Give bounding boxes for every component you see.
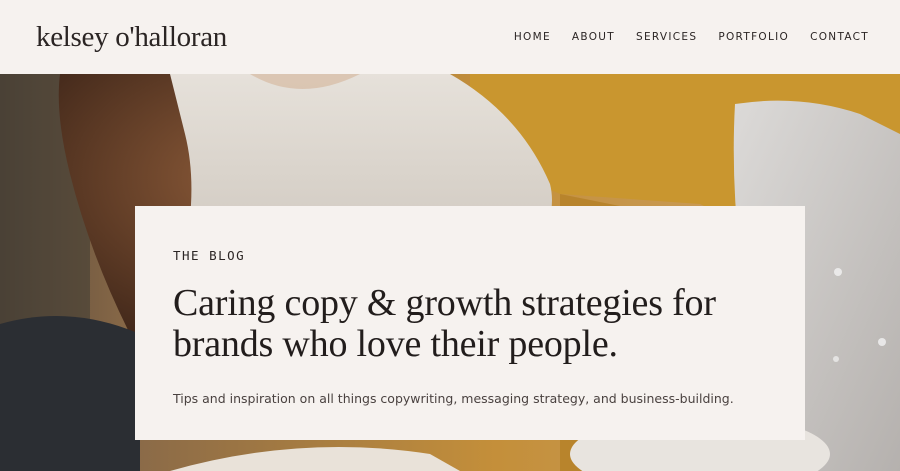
intro-text: Tips and inspiration on all things copyw…: [173, 391, 734, 406]
nav-contact[interactable]: CONTACT: [810, 31, 869, 43]
nav-about[interactable]: ABOUT: [572, 31, 615, 43]
site-header: kelsey o'halloran HOME ABOUT SERVICES PO…: [0, 0, 900, 74]
headline-line-2: brands who love their people.: [173, 323, 618, 365]
nav-home[interactable]: HOME: [514, 31, 551, 43]
blog-intro-card: THE BLOG Caring copy & growth strategies…: [135, 206, 805, 440]
eyebrow-label: THE BLOG: [173, 248, 246, 263]
main-nav: HOME ABOUT SERVICES PORTFOLIO CONTACT: [493, 31, 869, 43]
site-logo[interactable]: kelsey o'halloran: [36, 22, 227, 52]
nav-services[interactable]: SERVICES: [636, 31, 697, 43]
page-title: Caring copy & growth strategies for bran…: [173, 283, 767, 365]
headline-line-1: Caring copy & growth strategies for: [173, 282, 716, 324]
nav-portfolio[interactable]: PORTFOLIO: [718, 31, 789, 43]
